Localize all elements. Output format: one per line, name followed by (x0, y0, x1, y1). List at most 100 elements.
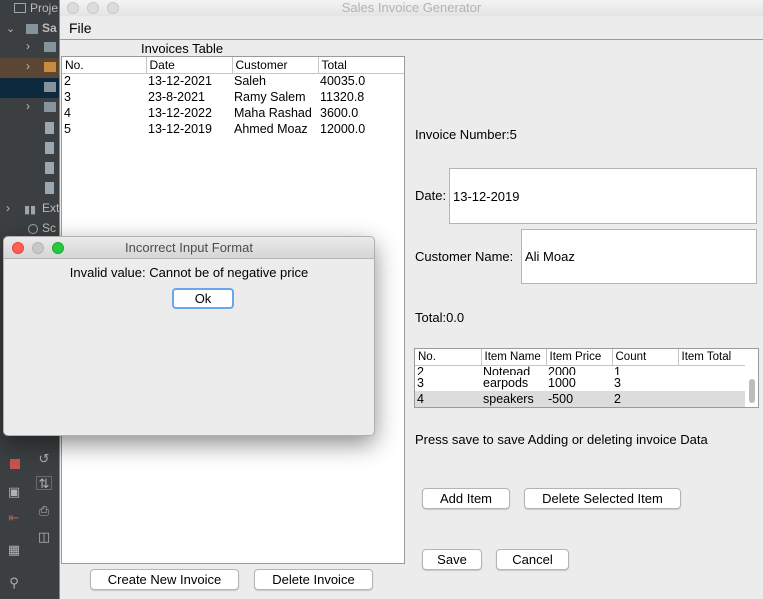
cell: 1 (614, 365, 621, 375)
file-icon (45, 162, 54, 174)
project-icon (14, 3, 26, 13)
exit-icon[interactable]: ⇤ (6, 511, 22, 525)
column-header-no[interactable]: No. (415, 349, 482, 366)
cancel-button[interactable]: Cancel (496, 549, 569, 570)
table-row-selected[interactable]: 4 speakers -500 2 (415, 391, 745, 407)
ide-folder-row-highlighted[interactable]: › (0, 58, 60, 78)
camera-icon[interactable]: ▣ (6, 485, 22, 499)
ide-external-libraries-row[interactable]: › ▮▮ Ext (0, 200, 60, 220)
invoice-number-label: Invoice Number:5 (415, 127, 517, 142)
date-label: Date: (415, 188, 447, 203)
trash-icon[interactable]: ◫ (36, 530, 52, 544)
cell: 40035.0 (320, 74, 366, 89)
minimize-window-button[interactable] (87, 2, 99, 14)
column-header-no[interactable]: No. (62, 57, 147, 74)
pin-icon[interactable]: ⚲ (6, 576, 22, 590)
table-row[interactable]: 5 13-12-2019 Ahmed Moaz 12000.0 (62, 121, 404, 137)
cell: 5 (64, 122, 71, 136)
date-field[interactable]: 13-12-2019 (449, 168, 757, 224)
folder-icon (26, 24, 38, 34)
cell: 11320.8 (320, 90, 365, 104)
wrap-icon[interactable]: ↺ (36, 452, 52, 466)
create-new-invoice-button[interactable]: Create New Invoice (90, 569, 239, 590)
column-header-item-price[interactable]: Item Price (546, 349, 613, 366)
ide-row-label: Sc (42, 221, 57, 235)
chevron-down-icon: ⌄ (6, 23, 16, 35)
ide-project-row[interactable]: Proje (0, 0, 60, 20)
date-field-value: 13-12-2019 (453, 188, 520, 204)
table-row[interactable]: 3 earpods 1000 3 (415, 375, 745, 391)
total-label: Total:0.0 (415, 310, 465, 325)
save-button[interactable]: Save (422, 549, 482, 570)
column-header-date[interactable]: Date (146, 57, 233, 74)
ide-module-row[interactable]: ⌄ Sa (0, 20, 60, 40)
print-icon[interactable]: ⎙ (36, 504, 52, 518)
library-icon: ▮▮ (24, 204, 37, 216)
cell: speakers (481, 391, 546, 407)
cell: 2 (64, 74, 71, 89)
add-item-button[interactable]: Add Item (422, 488, 510, 509)
table-row[interactable]: 4 13-12-2022 Maha Rashad 3600.0 (62, 105, 404, 121)
cell: 13-12-2019 (148, 122, 212, 136)
cell: earpods (483, 376, 529, 390)
cell: 2 (612, 391, 678, 407)
cell: 3 (614, 376, 621, 390)
invoice-items-panel: No. Item Name Item Price Count Item Tota… (414, 348, 759, 408)
file-icon (45, 122, 54, 134)
zoom-dialog-button[interactable] (52, 242, 64, 254)
cell: 13-12-2022 (148, 106, 212, 120)
cell: 12000.0 (320, 122, 366, 136)
customer-name-field[interactable]: Ali Moaz (521, 229, 757, 284)
delete-invoice-button[interactable]: Delete Invoice (254, 569, 373, 590)
cell: 2000 (548, 365, 576, 375)
column-header-total[interactable]: Total (318, 57, 404, 74)
column-header-customer[interactable]: Customer (232, 57, 319, 74)
invoices-table[interactable]: No. Date Customer Total 2 13-12-2021 Sal… (62, 57, 404, 137)
ide-folder-row[interactable]: › (0, 38, 60, 58)
minimize-dialog-button[interactable] (32, 242, 44, 254)
cell: Ramy Salem (234, 90, 306, 104)
folder-icon (44, 62, 56, 72)
items-scrollbar-thumb[interactable] (749, 379, 755, 403)
column-header-count[interactable]: Count (612, 349, 679, 366)
menu-file[interactable]: File (69, 20, 92, 36)
sort-icon[interactable]: ⇅ (36, 476, 52, 491)
zoom-window-button[interactable] (107, 2, 119, 14)
cell (678, 365, 745, 375)
ide-folder-row[interactable]: › (0, 98, 60, 118)
save-hint-text: Press save to save Adding or deleting in… (415, 432, 708, 447)
cell: 3 (417, 376, 424, 390)
scratches-icon (28, 224, 38, 234)
cell: Ahmed Moaz (234, 122, 308, 136)
column-header-item-total[interactable]: Item Total (678, 349, 745, 366)
chevron-right-icon: › (26, 39, 30, 53)
chevron-right-icon: › (6, 201, 10, 215)
cell: Maha Rashad (234, 106, 312, 120)
close-window-button[interactable] (67, 2, 79, 14)
cell: 3600.0 (320, 106, 359, 120)
ide-row-label: Sa (42, 21, 57, 35)
layout-icon[interactable]: ▦ (6, 543, 22, 557)
column-header-item-name[interactable]: Item Name (481, 349, 547, 366)
dialog-message: Invalid value: Cannot be of negative pri… (69, 265, 309, 280)
cell: 23-8-2021 (148, 90, 205, 104)
table-row[interactable]: 3 23-8-2021 Ramy Salem 11320.8 (62, 89, 404, 105)
folder-icon (44, 82, 56, 92)
items-scrollbar[interactable] (749, 367, 756, 407)
ok-button[interactable]: Ok (172, 288, 234, 309)
invoice-items-table[interactable]: No. Item Name Item Price Count Item Tota… (415, 349, 745, 407)
incorrect-input-dialog: Incorrect Input Format Invalid value: Ca… (3, 236, 375, 436)
dialog-titlebar: Incorrect Input Format (4, 237, 374, 259)
cell (678, 375, 745, 391)
table-row[interactable]: 2 13-12-2021 Saleh 40035.0 (62, 73, 404, 89)
close-dialog-button[interactable] (12, 242, 24, 254)
stop-icon[interactable] (7, 458, 23, 472)
file-icon (45, 142, 54, 154)
ide-folder-row-selected[interactable] (0, 78, 60, 98)
customer-name-label: Customer Name: (415, 249, 514, 264)
delete-selected-item-button[interactable]: Delete Selected Item (524, 488, 681, 509)
table-row[interactable]: 2 Notepad 2000 1 (415, 365, 745, 375)
cell (678, 391, 745, 407)
file-icon (45, 182, 54, 194)
menu-bar: File (60, 16, 763, 40)
